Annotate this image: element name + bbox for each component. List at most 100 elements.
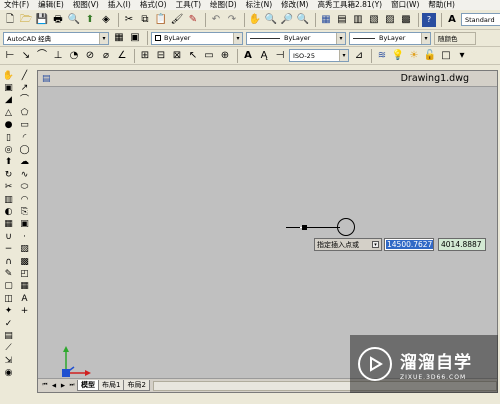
workspace-save-icon[interactable]: ▣ [128,31,142,45]
color-icon[interactable]: ◉ [3,367,15,379]
table-icon[interactable]: ▦ [19,281,31,293]
polyline-icon[interactable]: ⌒ [19,95,31,107]
line-icon[interactable]: ╱ [19,70,31,82]
ordinate-dim-icon[interactable]: ⊥ [51,49,65,63]
interfere-icon[interactable]: ◐ [3,206,15,218]
sphere-icon[interactable]: ● [3,120,15,132]
clean-icon[interactable]: ✦ [3,305,15,317]
prev-tab-icon[interactable]: ◀ [50,381,58,390]
quick-dim-icon[interactable]: ⊞ [138,49,152,63]
tab-layout1[interactable]: 布局1 [98,380,125,391]
zoom-window-icon[interactable]: 🔎 [280,13,294,27]
gradient-icon[interactable]: ▩ [19,256,31,268]
cylinder-icon[interactable]: ▯ [3,132,15,144]
linetype-combo[interactable]: ByLayer ▾ [246,31,346,45]
3d-dwf-icon[interactable]: ◈ [99,13,113,27]
angular-dim-icon[interactable]: ∠ [115,49,129,63]
lightbulb-icon[interactable]: 💡 [391,49,405,63]
layer-combo[interactable]: ByLayer ▾ [151,31,243,45]
taper-icon[interactable]: ⟋ [3,343,15,355]
extrude-icon[interactable]: ⬆ [3,157,15,169]
offset-face-icon[interactable]: ⇲ [3,355,15,367]
design-center-icon[interactable]: ▤ [335,13,349,27]
zoom-previous-icon[interactable]: 🔍 [296,13,310,27]
lock-icon[interactable]: 🔓 [423,49,437,63]
calculator-icon[interactable]: ▩ [399,13,413,27]
lineweight-combo[interactable]: ByLayer ▾ [349,31,431,45]
redo-icon[interactable]: ↷ [225,13,239,27]
layer-manager-icon[interactable]: ≋ [375,49,389,63]
aligned-dim-icon[interactable]: ↘ [19,49,33,63]
first-tab-icon[interactable]: ⏮ [41,381,49,390]
help-icon[interactable]: ? [422,12,436,27]
subtract-icon[interactable]: − [3,243,15,255]
pan-icon[interactable]: ✋ [3,70,15,82]
block-editor-icon[interactable]: ✎ [186,13,200,27]
properties-icon[interactable]: ▦ [319,13,333,27]
publish-icon[interactable]: ⬆ [83,13,97,27]
menu-item[interactable]: 插入(I) [108,0,131,10]
menu-item[interactable]: 修改(M) [281,0,308,10]
workspace-combo[interactable]: AutoCAD 经典 ▾ [3,31,109,45]
new-icon[interactable]: 🗋 [3,13,17,27]
menu-item[interactable]: 工具(T) [176,0,201,10]
pan-realtime-icon[interactable]: ✋ [248,13,262,27]
mtext-icon[interactable]: A [19,293,31,305]
open-icon[interactable]: 🗁 [19,13,33,27]
wedge-icon[interactable]: ◢ [3,95,15,107]
tool-palettes-icon[interactable]: ▥ [351,13,365,27]
dim-style-icon[interactable]: ⊿ [352,49,366,63]
point-icon[interactable]: · [19,231,31,243]
tab-model[interactable]: 模型 [77,380,99,391]
box-icon[interactable]: ▣ [3,82,15,94]
dim-edit-icon[interactable]: A [241,49,255,63]
hatch-icon[interactable]: ▨ [19,243,31,255]
check-icon[interactable]: ✓ [3,318,15,330]
text-style-icon[interactable]: A [445,13,459,27]
union-icon[interactable]: ∪ [3,231,15,243]
dimstyle-combo[interactable]: ISO-25 ▾ [289,49,349,62]
separate-icon[interactable]: ◫ [3,293,15,305]
dim-text-edit-icon[interactable]: Ą [257,49,271,63]
layer-color-icon[interactable]: □ [439,49,453,63]
spline-icon[interactable]: ∿ [19,169,31,181]
text-style-combo[interactable]: Standard▾ [461,13,500,26]
menu-item[interactable]: 格式(O) [140,0,167,10]
insert-block-icon[interactable]: ⎘ [19,206,31,218]
arc-icon[interactable]: ◜ [19,132,31,144]
center-mark-icon[interactable]: ⊕ [218,49,232,63]
setup-icon[interactable]: ▦ [3,219,15,231]
sun-icon[interactable]: ☀ [407,49,421,63]
dim-update-icon[interactable]: ⊣ [273,49,287,63]
workspace-settings-icon[interactable]: ▦ [112,31,126,45]
layer-state-icon[interactable]: ▾ [455,49,469,63]
match-properties-icon[interactable]: 🖌 [170,13,184,27]
rectangle-icon[interactable]: ▭ [19,120,31,132]
y-coordinate-input[interactable]: 4014.8887 [438,238,486,251]
last-tab-icon[interactable]: ⏭ [68,381,76,390]
sheet-set-icon[interactable]: ▧ [367,13,381,27]
menu-item[interactable]: 视图(V) [73,0,99,10]
torus-icon[interactable]: ◎ [3,144,15,156]
edit-icon[interactable]: ✎ [3,268,15,280]
construction-line-icon[interactable]: ↗ [19,82,31,94]
imprint-icon[interactable]: ▤ [3,330,15,342]
radius-dim-icon[interactable]: ◔ [67,49,81,63]
make-block-icon[interactable]: ▣ [19,219,31,231]
menu-item[interactable]: 帮助(H) [428,0,455,10]
section-icon[interactable]: ▥ [3,194,15,206]
intersect-icon[interactable]: ∩ [3,256,15,268]
print-preview-icon[interactable]: 🔍 [67,13,81,27]
ellipse-arc-icon[interactable]: ◠ [19,194,31,206]
tolerance-icon[interactable]: ▭ [202,49,216,63]
menu-item[interactable]: 高秀工具箱2.81(Y) [317,0,382,10]
add-selected-icon[interactable]: + [19,305,31,317]
region-icon[interactable]: ◰ [19,268,31,280]
polygon-icon[interactable]: ⬠ [19,107,31,119]
slice-icon[interactable]: ✂ [3,182,15,194]
revcloud-icon[interactable]: ☁ [19,157,31,169]
x-coordinate-input[interactable]: 14500.7627 [384,238,434,251]
circle-icon[interactable]: ◯ [19,144,31,156]
cone-icon[interactable]: △ [3,107,15,119]
undo-icon[interactable]: ↶ [209,13,223,27]
